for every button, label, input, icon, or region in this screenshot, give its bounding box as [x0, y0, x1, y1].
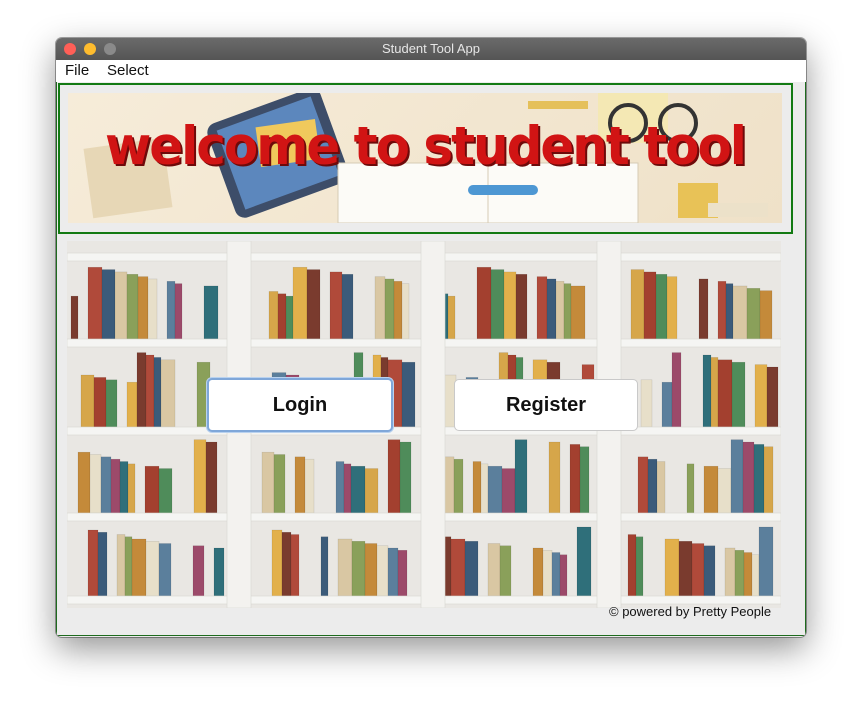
- app-window: Student Tool App File Select welcome to …: [56, 38, 806, 637]
- window-title: Student Tool App: [381, 41, 481, 56]
- bookshelf-illustration: [67, 241, 781, 608]
- login-button[interactable]: Login: [207, 378, 393, 432]
- welcome-banner-image: welcome to student tool: [68, 93, 782, 223]
- title-bar[interactable]: Student Tool App: [56, 38, 806, 60]
- register-button[interactable]: Register: [454, 379, 638, 431]
- login-label: Login: [272, 393, 328, 416]
- menu-file[interactable]: File: [65, 62, 89, 79]
- menu-select[interactable]: Select: [107, 62, 149, 79]
- menu-bar: File Select: [56, 60, 806, 83]
- register-label: Register: [505, 393, 587, 416]
- bookshelf-background-image: [67, 241, 781, 608]
- banner-title: welcome to student tool: [105, 115, 747, 177]
- content-panel: welcome to student tool Login Register ©…: [56, 82, 806, 636]
- powered-by-credit: © powered by Pretty People: [609, 604, 772, 619]
- header-panel: welcome to student tool: [58, 83, 793, 234]
